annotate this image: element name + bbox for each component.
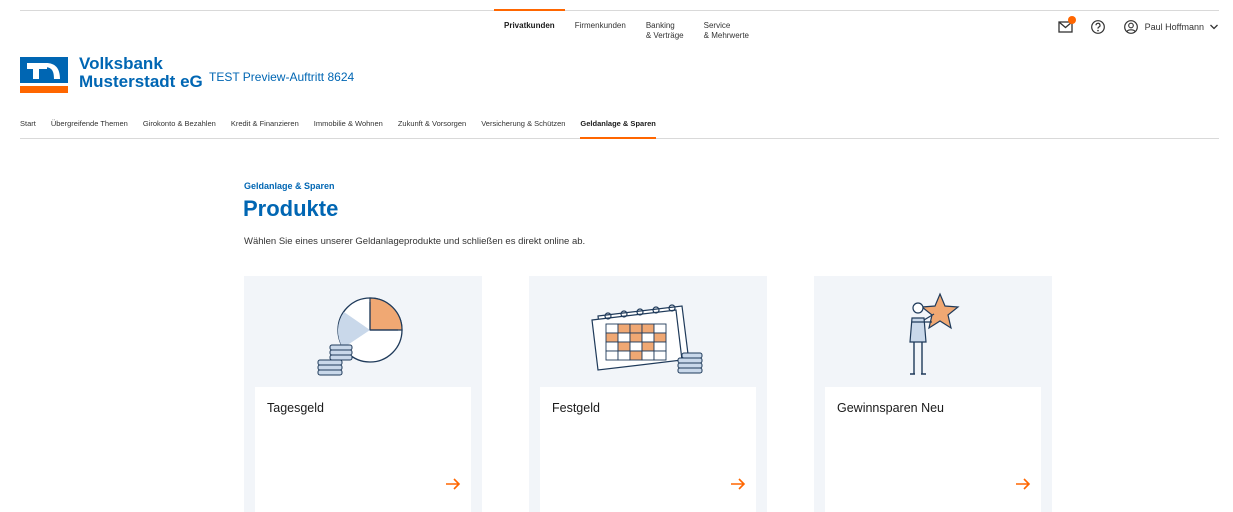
top-nav-label-line2: & Mehrwerte <box>703 31 749 40</box>
card-body: Gewinnsparen Neu <box>825 387 1041 512</box>
person-star-icon <box>909 292 960 375</box>
subnav-versicherung[interactable]: Versicherung & Schützen <box>481 112 565 138</box>
volksbank-logo-icon[interactable] <box>20 57 68 93</box>
top-nav-label: Service <box>703 21 731 30</box>
top-nav-banking[interactable]: Banking & Verträge <box>636 10 694 50</box>
top-nav-label: Banking <box>645 21 675 30</box>
subnav-kredit[interactable]: Kredit & Finanzieren <box>231 112 299 138</box>
utility-bar: Paul Hoffmann <box>1045 16 1219 38</box>
product-card-gewinnsparen[interactable]: Gewinnsparen Neu <box>814 276 1052 512</box>
top-nav-privatkunden[interactable]: Privatkunden <box>494 9 565 50</box>
bank-name-line2: Musterstadt eG <box>79 72 203 91</box>
card-illustration <box>244 282 482 388</box>
notification-badge <box>1067 16 1076 24</box>
bank-name[interactable]: Volksbank Musterstadt eG <box>79 55 203 91</box>
subnav-uebergreifende-themen[interactable]: Übergreifende Themen <box>51 112 128 138</box>
bank-name-line1: Volksbank <box>79 54 163 73</box>
arrow-right-icon[interactable] <box>730 477 746 491</box>
page-intro: Wählen Sie eines unserer Geldanlageprodu… <box>244 236 586 247</box>
card-title: Gewinnsparen Neu <box>837 401 945 415</box>
product-card-tagesgeld[interactable]: Tagesgeld <box>244 276 482 512</box>
help-icon <box>1090 20 1105 34</box>
arrow-right-icon[interactable] <box>445 477 461 491</box>
user-menu[interactable]: Paul Hoffmann <box>1123 19 1219 35</box>
preview-label: TEST Preview-Auftritt 8624 <box>209 70 355 84</box>
top-nav-label: Privatkunden <box>504 21 555 30</box>
card-title: Festgeld <box>552 401 600 415</box>
breadcrumb: Geldanlage & Sparen <box>244 181 335 191</box>
card-title: Tagesgeld <box>267 401 324 415</box>
top-navigation: Privatkunden Firmenkunden Banking & Vert… <box>494 9 759 50</box>
card-body: Festgeld <box>540 387 756 512</box>
top-nav-label-line2: & Verträge <box>645 31 684 40</box>
page-title: Produkte <box>243 196 339 221</box>
subnav-girokonto[interactable]: Girokonto & Bezahlen <box>143 112 216 138</box>
mailbox-button[interactable] <box>1055 16 1077 38</box>
subnav-geldanlage[interactable]: Geldanlage & Sparen <box>580 112 657 139</box>
category-navigation: Start Übergreifende Themen Girokonto & B… <box>20 112 1219 139</box>
card-illustration <box>529 282 767 388</box>
top-nav-service[interactable]: Service & Mehrwerte <box>694 10 759 50</box>
user-name: Paul Hoffmann <box>1144 22 1204 32</box>
chevron-down-icon <box>1210 24 1218 30</box>
subnav-immobilie[interactable]: Immobilie & Wohnen <box>314 112 383 138</box>
clock-coins-icon <box>317 297 403 376</box>
calendar-coins-icon <box>591 304 703 374</box>
user-icon <box>1123 20 1138 34</box>
card-illustration <box>814 282 1052 388</box>
help-button[interactable] <box>1087 16 1109 38</box>
top-nav-label: Firmenkunden <box>574 21 626 30</box>
subnav-start[interactable]: Start <box>20 112 36 138</box>
subnav-zukunft[interactable]: Zukunft & Vorsorgen <box>398 112 466 138</box>
arrow-right-icon[interactable] <box>1015 477 1031 491</box>
card-body: Tagesgeld <box>255 387 471 512</box>
top-nav-firmenkunden[interactable]: Firmenkunden <box>565 10 636 50</box>
product-card-festgeld[interactable]: Festgeld <box>529 276 767 512</box>
